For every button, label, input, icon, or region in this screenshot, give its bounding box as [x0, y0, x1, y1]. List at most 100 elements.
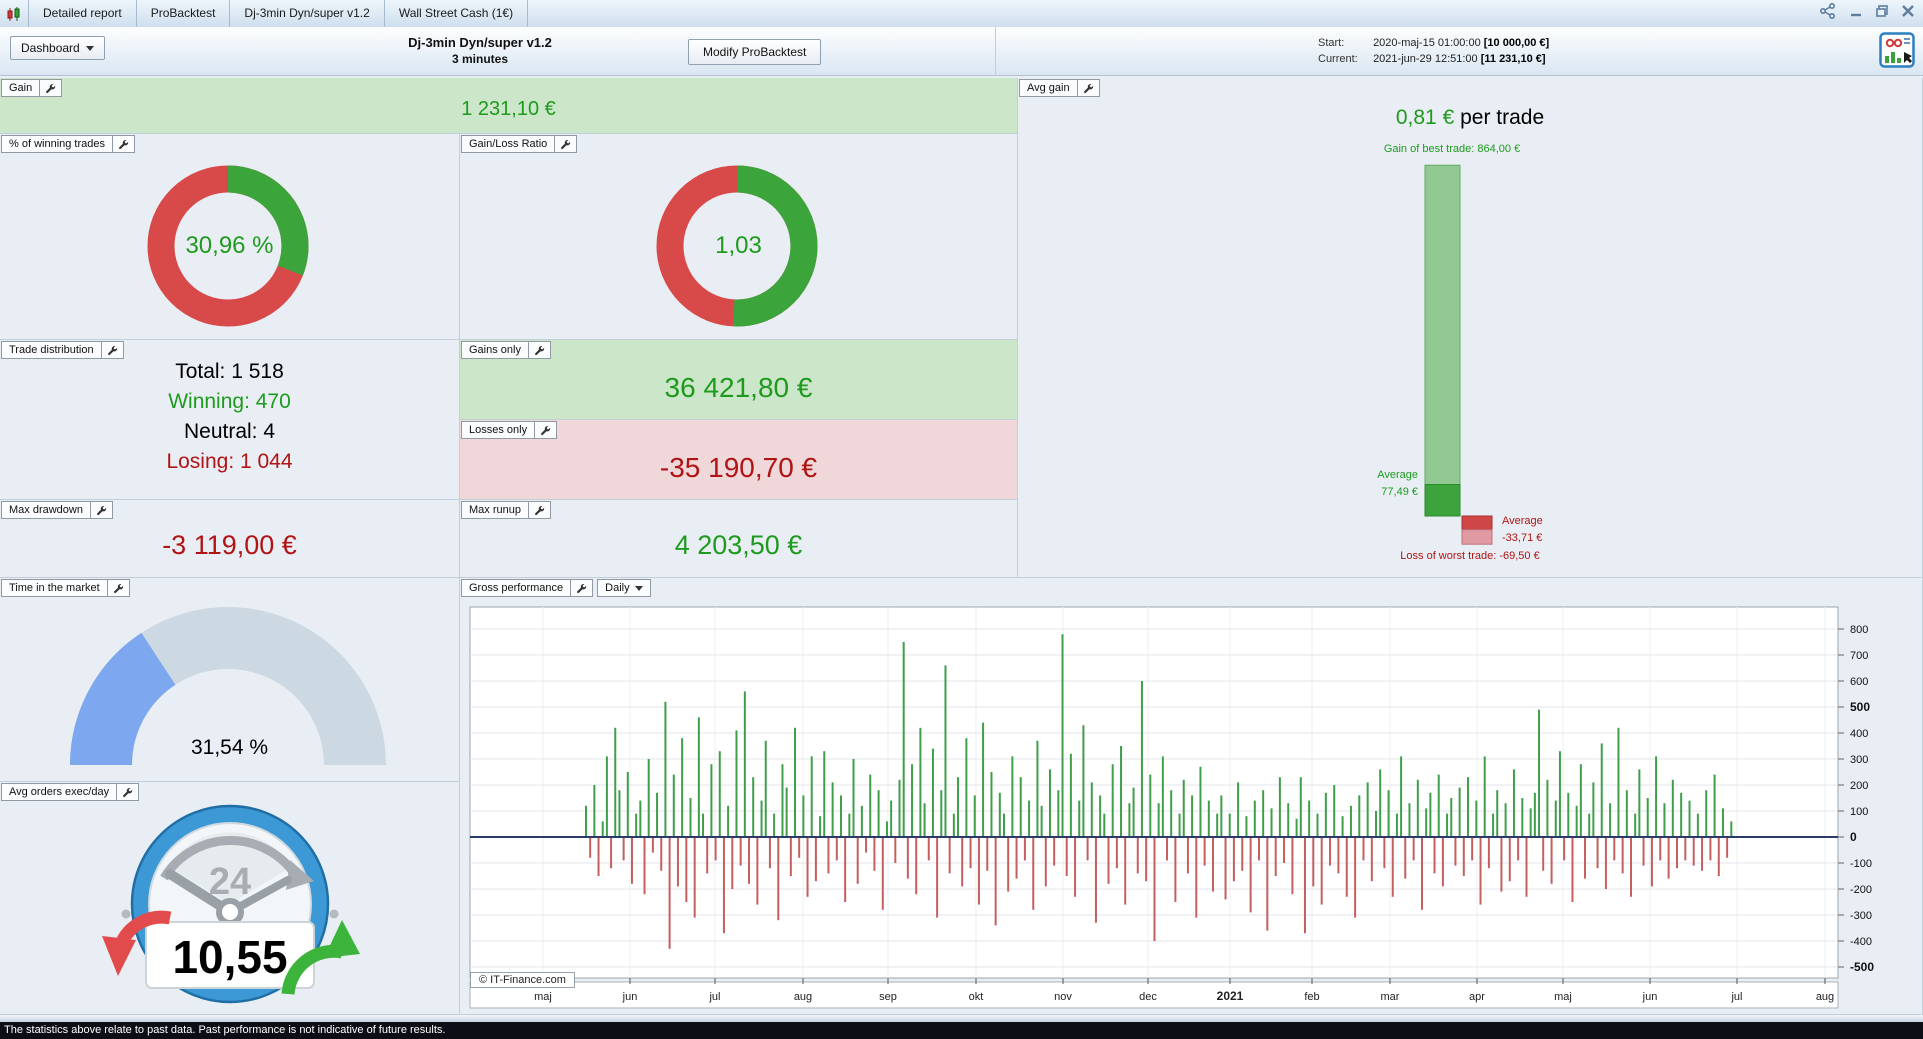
svg-text:jun: jun: [1642, 991, 1658, 1003]
chevron-down-icon: [85, 45, 94, 51]
svg-text:dec: dec: [1139, 991, 1157, 1003]
svg-text:jul: jul: [1730, 991, 1742, 1003]
period-select[interactable]: Daily: [597, 579, 651, 597]
panel-time-in-market: Time in the market 31,54 %: [0, 578, 460, 782]
trade-distribution-wrench-icon[interactable]: [100, 341, 124, 359]
avg-gain-bar-chart: [1424, 164, 1493, 545]
svg-text:maj: maj: [534, 991, 552, 1003]
footer-strip: [0, 1015, 1923, 1022]
dashboard-dropdown[interactable]: Dashboard: [10, 36, 105, 60]
winning-settings-wrench-icon[interactable]: [112, 135, 135, 153]
svg-text:feb: feb: [1304, 991, 1319, 1003]
svg-text:apr: apr: [1469, 991, 1485, 1003]
gain-value: 1 231,10 €: [461, 98, 556, 120]
avg-gain-wrench-icon[interactable]: [1076, 79, 1100, 97]
max-drawdown-label: Max drawdown: [1, 501, 91, 519]
svg-text:okt: okt: [969, 991, 984, 1003]
svg-text:100: 100: [1850, 806, 1868, 818]
tab-instrument[interactable]: Wall Street Cash (1€): [385, 0, 529, 27]
losses-only-label: Losses only: [461, 421, 536, 439]
svg-text:-200: -200: [1850, 884, 1872, 896]
strategy-title: Dj-3min Dyn/super v1.2 3 minutes: [280, 34, 680, 68]
trade-distribution-label: Trade distribution: [1, 341, 102, 359]
svg-text:-100: -100: [1850, 858, 1872, 870]
share-icon[interactable]: [1819, 3, 1837, 19]
strategy-name: Dj-3min Dyn/super v1.2: [408, 35, 552, 50]
trade-winning: Winning: 470: [168, 390, 291, 413]
avg-orders-wrench-icon[interactable]: [116, 783, 140, 801]
time-in-market-wrench-icon[interactable]: [106, 579, 130, 597]
gross-performance-wrench-icon[interactable]: [570, 579, 594, 597]
start-amount: [10 000,00 €]: [1483, 37, 1550, 49]
max-runup-wrench-icon[interactable]: [527, 501, 551, 519]
tab-probacktest[interactable]: ProBacktest: [137, 0, 231, 27]
svg-text:aug: aug: [1816, 991, 1834, 1003]
panel-gross-performance: Gross performance Daily 800 700 600 500 400 3…: [460, 578, 1923, 1015]
svg-text:mar: mar: [1381, 991, 1400, 1003]
max-drawdown-wrench-icon[interactable]: [89, 501, 113, 519]
tab-strategy[interactable]: Dj-3min Dyn/super v1.2: [230, 0, 385, 27]
trade-neutral: Neutral: 4: [183, 420, 276, 443]
winning-panel-label: % of winning trades: [1, 135, 113, 153]
max-runup-label: Max runup: [461, 501, 529, 519]
svg-text:700: 700: [1850, 650, 1868, 662]
ratio-value: 1,03: [715, 232, 762, 259]
svg-text:nov: nov: [1054, 991, 1072, 1003]
svg-text:2021: 2021: [1217, 989, 1244, 1003]
dashboard-window: Detailed report ProBacktest Dj-3min Dyn/…: [0, 0, 1923, 1039]
dashboard-dropdown-label: Dashboard: [21, 41, 80, 55]
panel-max-drawdown: Max drawdown -3 119,00 €: [0, 500, 460, 578]
tab-bar: Detailed report ProBacktest Dj-3min Dyn/…: [0, 0, 1923, 28]
svg-text:300: 300: [1850, 754, 1868, 766]
candlestick-logo-icon: [0, 0, 28, 27]
disclaimer-bar: The statistics above relate to past data…: [0, 1022, 1923, 1039]
avg-orders-clock-icon: 24 10,55: [102, 804, 360, 1004]
winning-pct-value: 30,96 %: [185, 232, 274, 259]
losses-only-wrench-icon[interactable]: [534, 421, 558, 439]
svg-text:sep: sep: [879, 991, 897, 1003]
svg-text:jul: jul: [708, 991, 720, 1003]
gains-only-value: 36 421,80 €: [664, 372, 813, 403]
start-row: Start: 2020-maj-15 01:00:00 [10 000,00 €…: [1318, 35, 1549, 51]
current-datetime: 2021-jun-29 12:51:00: [1373, 53, 1478, 65]
report-app-icon[interactable]: [1879, 32, 1915, 68]
period-select-value: Daily: [605, 582, 630, 594]
panel-gains-only: Gains only 36 421,80 €: [460, 340, 1018, 420]
time-in-market-value: 31,54 %: [190, 736, 269, 759]
window-controls: [1819, 3, 1915, 19]
ratio-settings-wrench-icon[interactable]: [554, 135, 578, 153]
minimize-icon[interactable]: [1849, 4, 1863, 18]
svg-text:-500: -500: [1850, 960, 1874, 974]
panel-trade-distribution: Trade distribution Total: 1 518 Winning:…: [0, 340, 460, 500]
gain-settings-wrench-icon[interactable]: [39, 79, 63, 97]
tab-detailed-report[interactable]: Detailed report: [28, 0, 137, 27]
gross-performance-label: Gross performance: [461, 579, 572, 597]
svg-text:600: 600: [1850, 676, 1868, 688]
trade-total: Total: 1 518: [175, 360, 284, 383]
panel-gain-loss-ratio: Gain/Loss Ratio 1,03: [460, 134, 1018, 340]
worst-trade-label: Loss of worst trade: -69,50 €: [1400, 550, 1540, 562]
current-row: Current: 2021-jun-29 12:51:00 [11 231,10…: [1318, 51, 1549, 67]
gains-only-wrench-icon[interactable]: [527, 341, 551, 359]
modify-probacktest-button[interactable]: Modify ProBacktest: [688, 39, 822, 65]
svg-text:200: 200: [1850, 780, 1868, 792]
chevron-down-icon: [634, 585, 643, 591]
restore-icon[interactable]: [1875, 4, 1889, 18]
current-label: Current:: [1318, 53, 1358, 65]
panel-gain: Gain 1 231,10 €: [0, 78, 1018, 134]
avg-loss-bar-label: Average: [1502, 515, 1543, 527]
svg-text:0: 0: [1850, 830, 1857, 844]
gains-only-label: Gains only: [461, 341, 529, 359]
svg-text:-400: -400: [1850, 936, 1872, 948]
close-icon[interactable]: [1901, 4, 1915, 18]
panel-winning-trades: % of winning trades 30,96 %: [0, 134, 460, 340]
header-divider: [995, 27, 996, 75]
time-in-market-label: Time in the market: [1, 579, 108, 597]
avg-loss-bar-value: -33,71 €: [1502, 532, 1543, 544]
trade-losing: Losing: 1 044: [166, 450, 293, 473]
avg-gain-label: Avg gain: [1019, 79, 1078, 97]
svg-text:maj: maj: [1554, 991, 1572, 1003]
svg-text:aug: aug: [794, 991, 812, 1003]
start-datetime: 2020-maj-15 01:00:00: [1373, 37, 1481, 49]
max-drawdown-value: -3 119,00 €: [162, 530, 297, 560]
